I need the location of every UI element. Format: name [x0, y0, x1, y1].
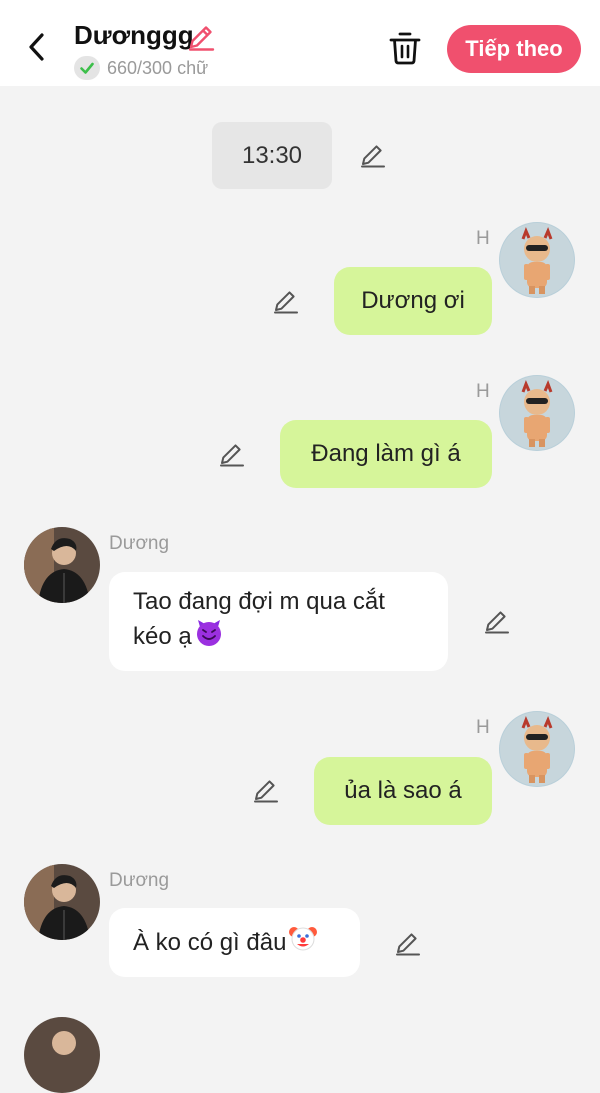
sender-tag-me: H	[476, 228, 490, 249]
delete-button[interactable]	[388, 30, 422, 66]
trash-icon	[389, 32, 421, 65]
pencil-icon	[188, 26, 215, 51]
edit-message-button[interactable]	[394, 929, 422, 957]
edit-icon	[485, 611, 509, 634]
sender-name: Dương	[109, 533, 170, 554]
message-text-line: kéo ạ	[133, 622, 192, 650]
message-bubble-them[interactable]: Tao đang đợi m qua cắt kéo ạ	[109, 572, 448, 671]
edit-icon	[361, 145, 385, 168]
edit-message-button[interactable]	[252, 776, 280, 804]
edit-icon	[254, 780, 278, 803]
avatar-them[interactable]	[24, 864, 100, 940]
message-text-line: À ko có gì đâu	[133, 928, 287, 956]
edit-message-button[interactable]	[483, 607, 511, 635]
avatar-me[interactable]	[499, 711, 575, 787]
avatar-them[interactable]	[24, 1017, 100, 1093]
chat-header: Dươnggg 660/300 chữ Tiếp theo	[0, 0, 600, 86]
back-button[interactable]	[22, 30, 52, 64]
character-count: 660/300 chữ	[107, 58, 209, 78]
avatar-them[interactable]	[24, 527, 100, 603]
edit-message-button[interactable]	[272, 287, 300, 315]
message-bubble-them[interactable]: À ko có gì đâu	[109, 908, 360, 977]
edit-time-button[interactable]	[359, 141, 387, 169]
sender-name: Dương	[109, 870, 170, 891]
message-bubble-me[interactable]: ủa là sao á	[314, 757, 492, 825]
message-bubble-me[interactable]: Đang làm gì á	[280, 420, 492, 488]
conversation-title[interactable]: Dươnggg	[74, 20, 194, 51]
status-badge	[74, 56, 100, 80]
edit-title-button[interactable]	[186, 22, 216, 52]
edit-icon	[396, 933, 420, 956]
sender-tag-me: H	[476, 717, 490, 738]
time-marker[interactable]: 13:30	[212, 122, 332, 189]
avatar-me[interactable]	[499, 222, 575, 298]
next-button[interactable]: Tiếp theo	[447, 25, 581, 73]
smiling-devil-emoji	[194, 618, 224, 657]
check-icon	[80, 62, 94, 74]
avatar-me[interactable]	[499, 375, 575, 451]
clown-face-emoji	[288, 923, 318, 962]
sender-tag-me: H	[476, 381, 490, 402]
chevron-left-icon	[29, 33, 44, 61]
edit-message-button[interactable]	[218, 440, 246, 468]
message-text-line: Tao đang đợi m qua cắt	[133, 588, 385, 615]
edit-icon	[274, 291, 298, 314]
message-bubble-me[interactable]: Dương ơi	[334, 267, 492, 335]
edit-icon	[220, 444, 244, 467]
